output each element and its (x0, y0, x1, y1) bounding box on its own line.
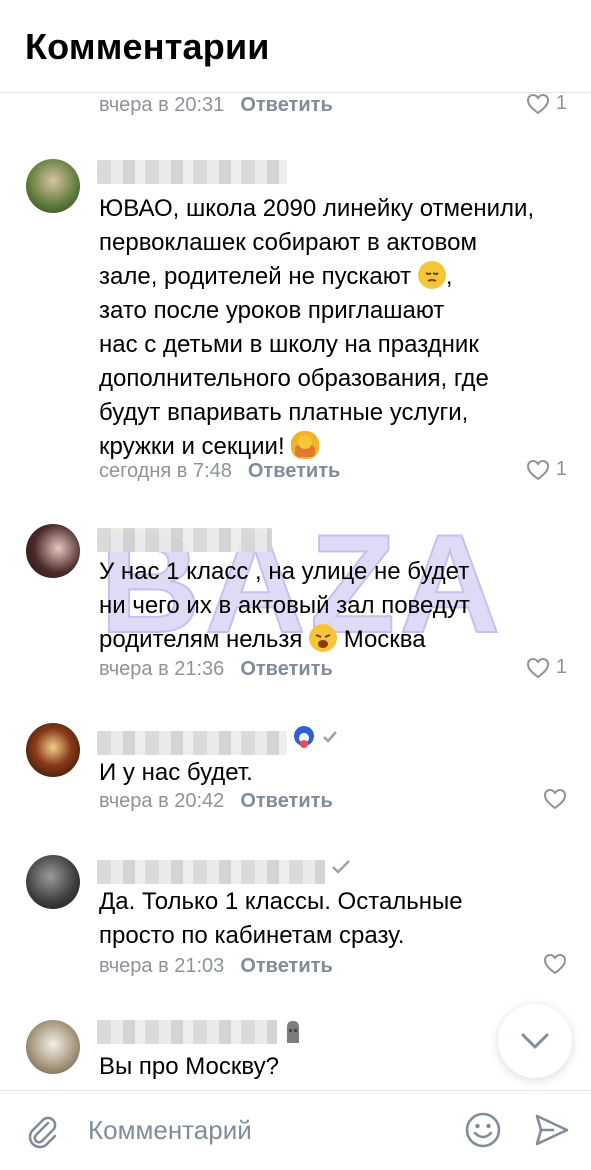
scroll-down-button[interactable] (498, 1004, 572, 1078)
heart-icon (526, 93, 549, 114)
verified-icon (294, 726, 337, 748)
comment-meta: сегодня в 7:48 Ответить (99, 460, 340, 483)
reply-button[interactable]: Ответить (248, 460, 340, 482)
comment-date: вчера в 21:36 (99, 658, 225, 680)
comment-feed[interactable]: вчера в 20:31 Ответить 1 ЮВАО, школа 2090… (0, 92, 591, 1090)
heart-icon (543, 953, 567, 975)
reply-button[interactable]: Ответить (240, 94, 332, 116)
page-title: Комментарии (25, 26, 270, 67)
comment-date: вчера в 20:42 (99, 790, 225, 812)
pensive-emoji (417, 261, 446, 289)
author-name[interactable] (97, 160, 287, 184)
comment-text: ЮВАО, школа 2090 линейку отменили, перво… (99, 195, 535, 460)
avatar[interactable] (26, 159, 80, 213)
weary-emoji (309, 624, 338, 652)
like-button[interactable] (543, 788, 567, 810)
header: Комментарии (0, 0, 591, 93)
emoji-icon[interactable] (464, 1111, 502, 1149)
comment-meta: вчера в 21:36 Ответить (99, 658, 333, 681)
comment-text: Вы про Москву? (99, 1053, 279, 1080)
like-count: 1 (555, 92, 567, 114)
send-icon[interactable] (534, 1112, 570, 1148)
avatar[interactable] (26, 1020, 80, 1074)
comment-date: вчера в 21:03 (99, 955, 225, 977)
heart-icon (543, 788, 567, 810)
like-button[interactable]: 1 (526, 92, 567, 115)
comment-meta: вчера в 21:03 Ответить (99, 955, 333, 978)
avatar[interactable] (26, 723, 80, 777)
comment-composer: Комментарий (0, 1090, 591, 1170)
attach-icon[interactable] (24, 1113, 60, 1149)
facepalm-emoji (291, 431, 320, 459)
comment-input[interactable]: Комментарий (88, 1115, 252, 1146)
like-count: 1 (555, 458, 567, 480)
author-name[interactable] (97, 1020, 277, 1044)
avatar[interactable] (26, 855, 80, 909)
like-button[interactable] (543, 953, 567, 975)
comment-text: И у нас будет. (99, 759, 253, 786)
reply-button[interactable]: Ответить (240, 790, 332, 812)
avatar[interactable] (26, 524, 80, 578)
comment-meta: вчера в 20:42 Ответить (99, 790, 333, 813)
heart-icon (526, 657, 549, 678)
comment-meta: вчера в 20:31 Ответить (99, 94, 333, 117)
like-button[interactable]: 1 (526, 656, 567, 679)
author-name[interactable] (97, 731, 287, 755)
author-name[interactable] (97, 860, 325, 884)
comment-text: Да. Только 1 классы. Остальные просто по… (99, 888, 463, 949)
heart-icon (526, 459, 549, 480)
author-name[interactable] (97, 528, 272, 552)
comment-text: У нас 1 класс , на улице не будет ни чег… (99, 558, 470, 653)
reply-button[interactable]: Ответить (240, 955, 332, 977)
verified-icon (332, 860, 350, 874)
like-button[interactable]: 1 (526, 458, 567, 481)
chevron-down-icon (521, 1033, 549, 1049)
comment-date: вчера в 20:31 (99, 94, 225, 116)
like-count: 1 (555, 656, 567, 678)
comment-date: сегодня в 7:48 (99, 460, 232, 482)
moai-icon (287, 1021, 299, 1043)
reply-button[interactable]: Ответить (240, 658, 332, 680)
